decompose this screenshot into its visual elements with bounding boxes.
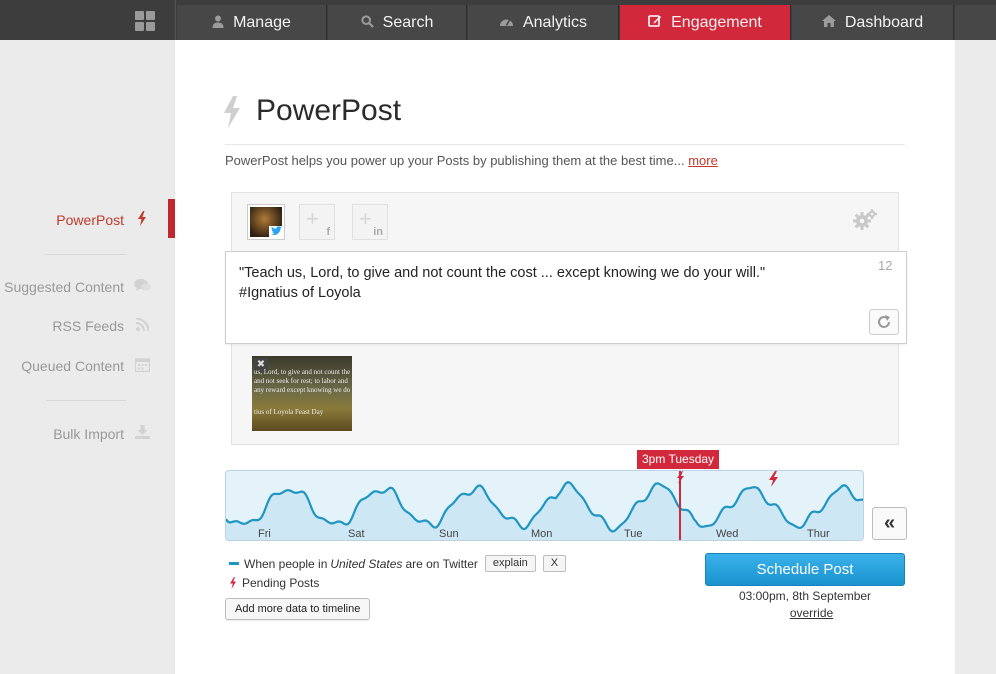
grid-icon	[135, 11, 144, 20]
rss-icon	[134, 317, 150, 334]
post-text-input[interactable]: "Teach us, Lord, to give and not count t…	[225, 251, 907, 344]
timeline-legend: When people in United States are on Twit…	[229, 555, 567, 572]
grid-icon	[146, 11, 155, 20]
facebook-icon: f	[326, 226, 330, 238]
legend-suffix: are on Twitter	[405, 556, 478, 571]
image-caption-line: and not seek for rest; to labor and	[254, 377, 348, 385]
day-label: Tue	[624, 528, 643, 540]
calendar-icon	[134, 357, 150, 375]
tab-label: Search	[382, 13, 434, 31]
post-text-line: #Ignatius of Loyola	[239, 285, 361, 301]
bolt-icon	[134, 211, 150, 229]
sidebar-item-rss-feeds[interactable]: RSS Feeds	[52, 317, 150, 334]
home-icon	[821, 15, 836, 30]
sidebar-item-label: PowerPost	[56, 212, 124, 228]
legend-country: United States	[330, 556, 403, 571]
bolt-icon	[230, 577, 236, 589]
sidebar-item-suggested-content[interactable]: Suggested Content	[4, 279, 151, 295]
add-facebook-button[interactable]: + f	[299, 204, 335, 240]
schedule-post-button[interactable]: Schedule Post	[705, 553, 905, 586]
page-title: PowerPost	[256, 94, 402, 127]
day-label: Sat	[348, 528, 365, 540]
tab-dashboard[interactable]: Dashboard	[792, 5, 954, 40]
linkedin-icon: in	[373, 226, 383, 238]
tab-search[interactable]: Search	[328, 5, 467, 40]
settings-gear-button[interactable]	[853, 209, 877, 237]
override-link[interactable]: override	[705, 606, 918, 620]
pending-post-bolt-icon	[769, 471, 778, 487]
tab-manage[interactable]: Manage	[177, 5, 327, 40]
twitter-account-avatar[interactable]	[247, 204, 285, 240]
plus-icon: +	[359, 206, 372, 231]
activity-timeline[interactable]: Fri Sat Sun Mon Tue Wed Thur	[225, 470, 864, 541]
grid-icon	[146, 22, 155, 31]
pending-posts-legend: Pending Posts	[229, 576, 319, 590]
gear-icon	[853, 209, 877, 230]
character-count: 12	[878, 258, 893, 273]
pending-posts-label: Pending Posts	[242, 576, 320, 590]
post-text-line: "Teach us, Lord, to give and not count t…	[239, 265, 766, 281]
day-label: Wed	[716, 528, 738, 540]
sidebar-item-label: Suggested Content	[4, 279, 124, 295]
sidebar-item-bulk-import[interactable]: Bulk Import	[53, 425, 150, 442]
legend-prefix: When people in	[244, 556, 328, 571]
tab-engagement[interactable]: Engagement	[620, 5, 791, 40]
tab-label: Analytics	[522, 13, 588, 31]
timeline-graph: Fri Sat Sun Mon Tue Wed Thur	[226, 471, 863, 540]
day-label: Mon	[531, 528, 552, 540]
nav-spacer	[955, 5, 996, 40]
close-legend-button[interactable]: X	[542, 555, 567, 572]
sidebar-item-powerpost[interactable]: PowerPost	[56, 211, 150, 229]
sidebar-active-marker	[168, 199, 175, 238]
image-caption-line: tius of Loyola Feast Day	[254, 408, 324, 416]
sidebar-divider	[46, 400, 126, 401]
attached-image-thumbnail[interactable]: ✖ us, Lord, to give and not count the an…	[252, 356, 352, 431]
sidebar-item-label: Queued Content	[21, 358, 124, 374]
intro-text: PowerPost helps you power up your Posts …	[225, 153, 685, 168]
title-divider	[225, 144, 905, 145]
sidebar-divider	[46, 254, 126, 255]
explain-button[interactable]: explain	[484, 555, 536, 572]
bolt-icon	[224, 96, 240, 128]
more-link[interactable]: more	[688, 153, 718, 168]
image-caption-line: any reward except knowing we do	[254, 386, 351, 394]
double-chevron-left-icon: «	[883, 512, 896, 534]
tab-label: Manage	[233, 13, 291, 31]
right-gutter	[955, 40, 996, 674]
tab-analytics[interactable]: Analytics	[468, 5, 619, 40]
tab-label: Dashboard	[844, 13, 924, 31]
sidebar-item-label: RSS Feeds	[52, 318, 124, 334]
refresh-icon	[878, 314, 890, 328]
add-more-data-button[interactable]: Add more data to timeline	[225, 598, 371, 620]
day-label: Fri	[258, 528, 271, 540]
twitter-icon	[269, 226, 283, 238]
edit-icon	[648, 14, 662, 31]
dashboard-gauge-icon	[499, 15, 514, 30]
apps-grid-button[interactable]	[118, 0, 176, 40]
sidebar-item-queued-content[interactable]: Queued Content	[21, 357, 150, 375]
plus-icon: +	[306, 206, 319, 231]
collapse-timeline-button[interactable]: «	[872, 507, 907, 540]
line-legend-swatch	[229, 562, 239, 565]
download-icon	[134, 425, 150, 442]
add-linkedin-button[interactable]: + in	[352, 204, 388, 240]
day-label: Thur	[807, 528, 830, 540]
image-caption-line: us, Lord, to give and not count the	[254, 368, 351, 376]
day-label: Sun	[439, 528, 459, 540]
grid-icon	[135, 22, 144, 31]
sidebar-item-label: Bulk Import	[53, 425, 124, 442]
now-time-tag: 3pm Tuesday	[637, 450, 720, 469]
search-icon	[361, 14, 374, 31]
refresh-button[interactable]	[869, 309, 899, 335]
page-intro: PowerPost helps you power up your Posts …	[225, 153, 718, 168]
comments-icon	[134, 279, 151, 295]
top-navigation: Manage Search Analytics Engagement Dashb…	[0, 0, 996, 40]
tab-label: Engagement	[671, 13, 762, 31]
scheduled-time: 03:00pm, 8th September	[738, 589, 872, 603]
user-icon	[212, 15, 224, 31]
